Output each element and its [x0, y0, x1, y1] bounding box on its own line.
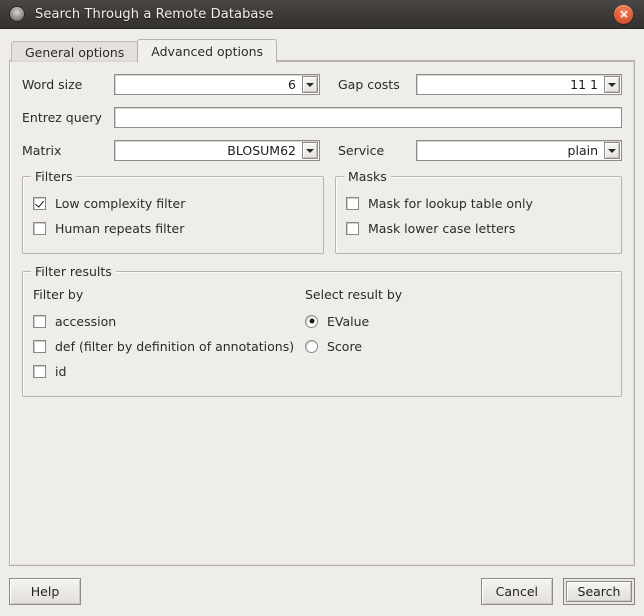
advanced-options-panel: Word size 6 Gap costs 11 1 Entrez query … — [9, 60, 635, 566]
checkbox-filter-by-def[interactable]: def (filter by definition of annotations… — [33, 335, 305, 357]
dialog-footer: Help Cancel Search — [0, 566, 644, 616]
service-value: plain — [567, 143, 598, 158]
tabstrip-filler — [276, 40, 635, 62]
matrix-label: Matrix — [22, 143, 62, 158]
word-size-label: Word size — [22, 77, 83, 92]
chevron-down-icon[interactable] — [302, 142, 318, 159]
checkbox-filter-by-def-label: def (filter by definition of annotations… — [55, 338, 295, 354]
checkbox-icon — [33, 314, 46, 328]
app-dot-icon — [10, 7, 24, 21]
checkbox-filter-by-id[interactable]: id — [33, 360, 305, 382]
checkbox-filter-by-accession[interactable]: accession — [33, 310, 305, 332]
word-size-combobox[interactable]: 6 — [114, 74, 320, 95]
window-title: Search Through a Remote Database — [35, 6, 274, 22]
checkbox-human-repeats-filter-label: Human repeats filter — [55, 220, 185, 236]
radio-icon — [305, 339, 318, 353]
checkbox-mask-lookup-table-only-label: Mask for lookup table only — [368, 195, 533, 211]
dialog-body: General options Advanced options Word si… — [0, 29, 644, 566]
checkbox-icon — [33, 221, 46, 235]
tab-advanced-options[interactable]: Advanced options — [137, 39, 278, 63]
entrez-query-input[interactable] — [114, 107, 622, 128]
checkbox-icon — [346, 196, 359, 210]
entrez-query-wrapper — [114, 107, 622, 128]
dialog-window: Search Through a Remote Database General… — [0, 0, 644, 616]
filters-masks-row: Filters Low complexity filter Human repe… — [22, 169, 622, 254]
search-button-label: Search — [566, 580, 632, 602]
checkbox-low-complexity-filter-label: Low complexity filter — [55, 195, 186, 211]
filter-results-group-title: Filter results — [31, 264, 116, 279]
matrix-combobox[interactable]: BLOSUM62 — [114, 140, 320, 161]
masks-group: Masks Mask for lookup table only Mask lo… — [335, 169, 622, 254]
gap-costs-value: 11 1 — [570, 77, 598, 92]
masks-group-title: Masks — [344, 169, 391, 184]
checkbox-low-complexity-filter[interactable]: Low complexity filter — [33, 192, 313, 214]
filter-results-group: Filter results Filter by accession def (… — [22, 264, 622, 397]
checkbox-icon — [33, 339, 46, 353]
cancel-button[interactable]: Cancel — [480, 577, 553, 605]
filter-results-columns: Filter by accession def (filter by defin… — [33, 284, 611, 385]
checkbox-icon — [33, 196, 46, 210]
checkbox-mask-lookup-table-only[interactable]: Mask for lookup table only — [346, 192, 611, 214]
tab-general-options[interactable]: General options — [11, 41, 139, 62]
radio-evalue[interactable]: EValue — [305, 310, 611, 332]
entrez-query-label: Entrez query — [22, 110, 102, 125]
chevron-down-icon[interactable] — [302, 76, 318, 93]
checkbox-mask-lower-case-letters[interactable]: Mask lower case letters — [346, 217, 611, 239]
chevron-down-icon[interactable] — [604, 76, 620, 93]
tab-advanced-options-label: Advanced options — [151, 44, 264, 59]
search-button[interactable]: Search — [563, 577, 635, 605]
checkbox-filter-by-id-label: id — [55, 363, 67, 379]
select-result-by-heading: Select result by — [305, 287, 403, 302]
filters-group-title: Filters — [31, 169, 77, 184]
checkbox-icon — [346, 221, 359, 235]
checkbox-filter-by-accession-label: accession — [55, 313, 117, 329]
chevron-down-icon[interactable] — [604, 142, 620, 159]
select-result-by-column: Select result by EValue Score — [305, 284, 611, 385]
gap-costs-label: Gap costs — [338, 77, 400, 92]
radio-icon — [305, 314, 318, 328]
help-button[interactable]: Help — [9, 577, 81, 605]
field-grid: Word size 6 Gap costs 11 1 Entrez query … — [22, 74, 622, 161]
radio-score-label: Score — [327, 338, 363, 354]
tabstrip: General options Advanced options — [11, 37, 635, 63]
filters-group: Filters Low complexity filter Human repe… — [22, 169, 324, 254]
radio-evalue-label: EValue — [327, 313, 370, 329]
close-icon[interactable] — [614, 4, 633, 24]
titlebar: Search Through a Remote Database — [0, 0, 644, 29]
filter-by-column: Filter by accession def (filter by defin… — [33, 284, 305, 385]
service-combobox[interactable]: plain — [416, 140, 622, 161]
radio-score[interactable]: Score — [305, 335, 611, 357]
checkbox-mask-lower-case-letters-label: Mask lower case letters — [368, 220, 516, 236]
filter-by-heading: Filter by — [33, 287, 84, 302]
checkbox-icon — [33, 364, 46, 378]
checkbox-human-repeats-filter[interactable]: Human repeats filter — [33, 217, 313, 239]
tab-general-options-label: General options — [25, 45, 125, 60]
gap-costs-combobox[interactable]: 11 1 — [416, 74, 622, 95]
matrix-value: BLOSUM62 — [227, 143, 296, 158]
word-size-value: 6 — [288, 77, 296, 92]
service-label: Service — [338, 143, 385, 158]
